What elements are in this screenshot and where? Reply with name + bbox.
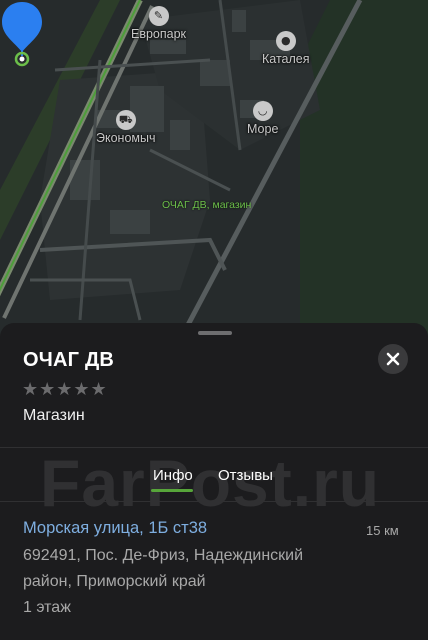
address-line: 692491, Пос. Де-Фриз, Надеждинский	[23, 547, 304, 564]
poi-europark[interactable]: ✎ Европарк	[131, 6, 186, 41]
poi-kataleya[interactable]: ● Каталея	[262, 31, 310, 66]
poi-more[interactable]: ◡ Море	[247, 101, 278, 136]
pin-label: ОЧАГ ДВ, магазин	[162, 199, 252, 211]
distance-label: 15 км	[366, 523, 399, 538]
poi-ekonomych[interactable]: ⛟ Экономыч	[96, 110, 156, 145]
drag-handle[interactable]	[198, 331, 232, 335]
map-view[interactable]: ✎ Европарк ● Каталея ⛟ Экономыч ◡ Море О…	[0, 0, 428, 340]
active-tab-indicator	[151, 489, 193, 492]
location-pin-icon[interactable]	[0, 0, 44, 68]
poi-label: Море	[247, 122, 279, 136]
map-canvas	[0, 0, 428, 340]
poi-label: Каталея	[262, 52, 310, 66]
close-button[interactable]	[378, 344, 408, 374]
place-card-sheet[interactable]: ОЧАГ ДВ ★★★★★ Магазин FarPost.ru Инфо От…	[0, 323, 428, 640]
place-category: Магазин	[23, 407, 85, 424]
rating-stars[interactable]: ★★★★★	[22, 379, 108, 400]
poi-label: Экономыч	[96, 131, 156, 145]
person-pin-icon: ●	[275, 31, 296, 51]
tab-reviews[interactable]: Отзывы	[218, 467, 273, 484]
address-line: район, Приморский край	[23, 573, 206, 590]
shopping-bag-icon: ✎	[148, 6, 169, 26]
floor-info: 1 этаж	[23, 599, 71, 616]
close-icon	[386, 352, 400, 366]
tab-info[interactable]: Инфо	[153, 467, 193, 484]
cart-icon: ⛟	[115, 110, 136, 130]
basket-icon: ◡	[252, 101, 273, 121]
tab-bar: Инфо Отзывы	[0, 463, 428, 501]
divider	[0, 501, 428, 502]
place-title: ОЧАГ ДВ	[23, 349, 115, 371]
address-link[interactable]: Морская улица, 1Б ст38	[23, 519, 207, 538]
poi-label: Европарк	[131, 27, 187, 41]
